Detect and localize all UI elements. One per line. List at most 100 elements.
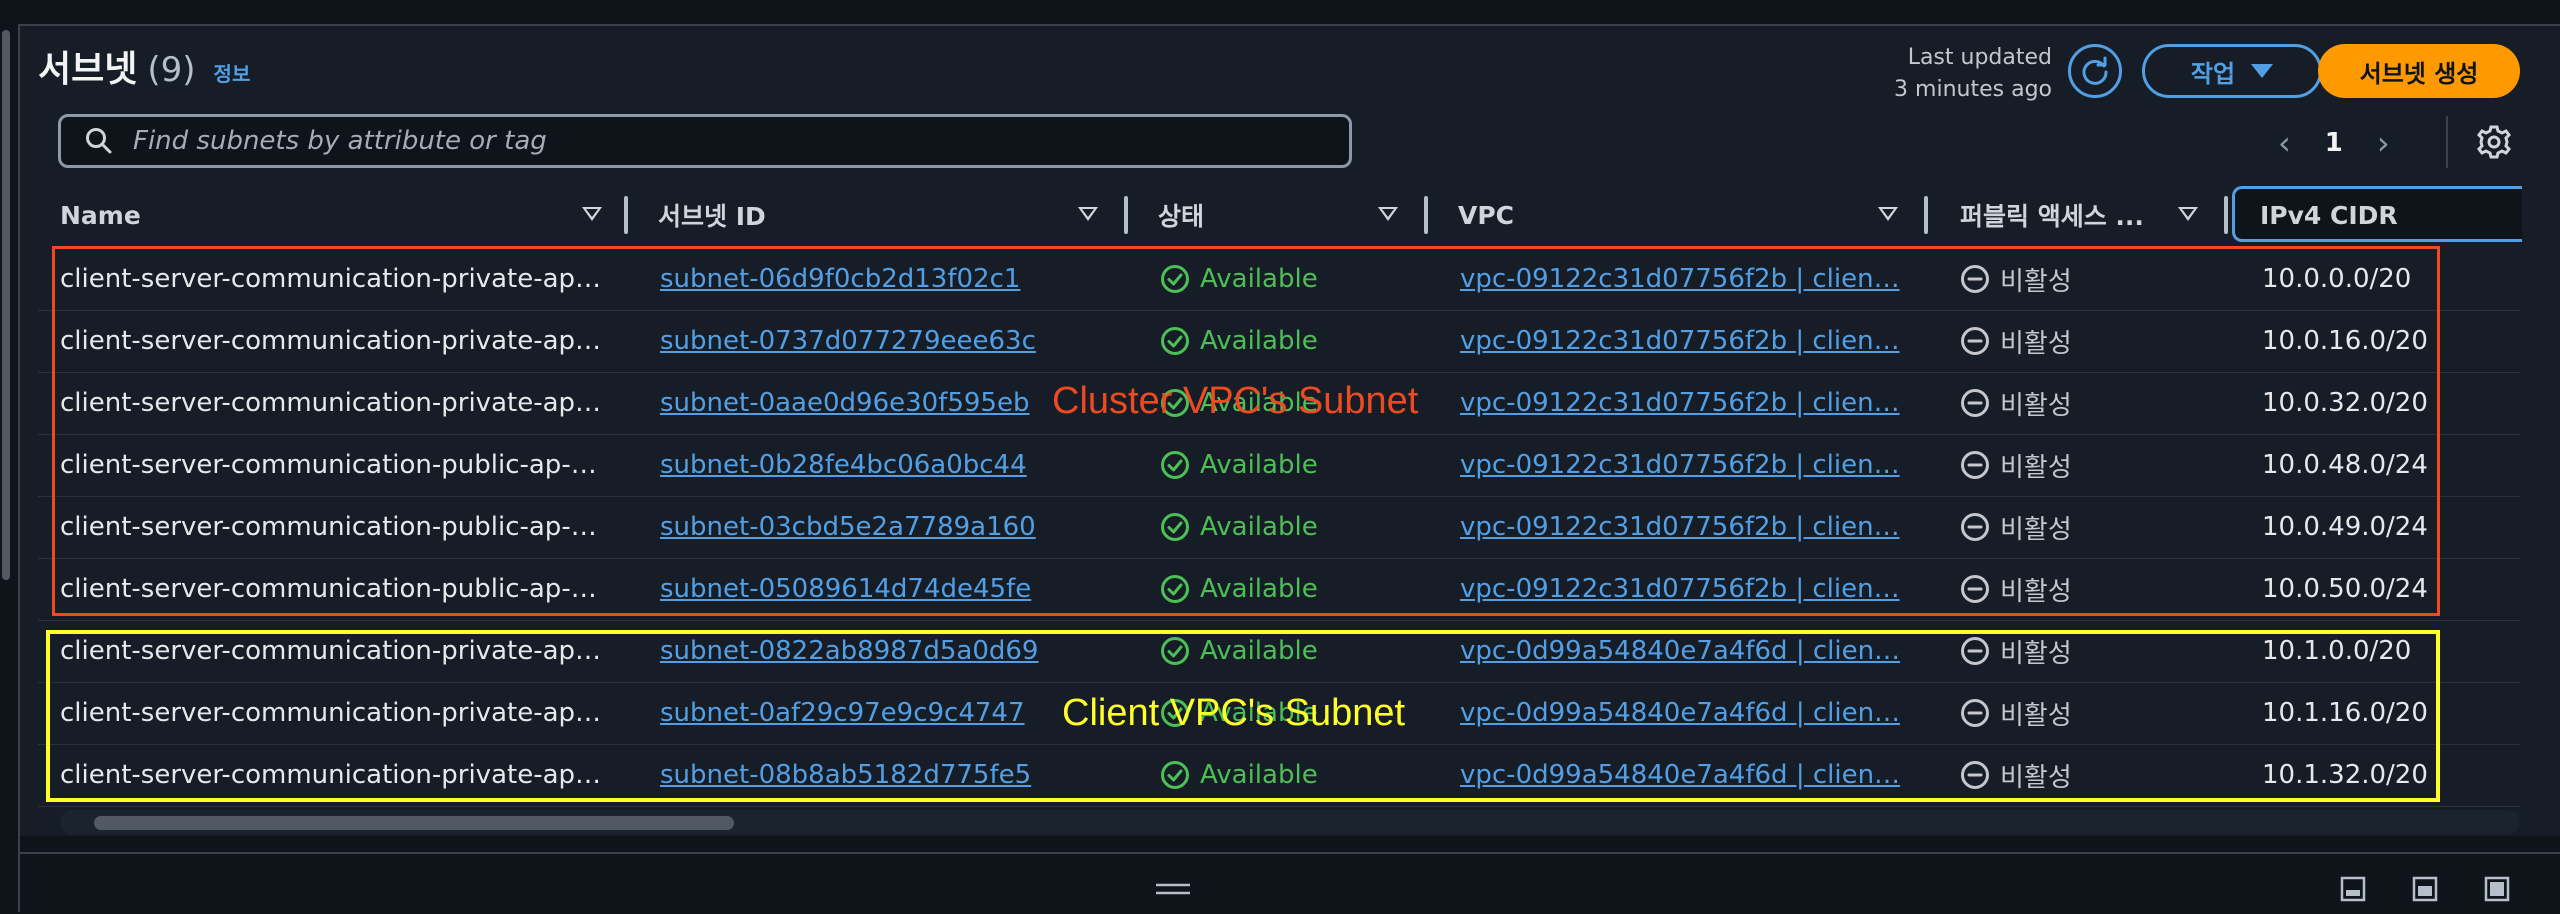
minus-circle-icon bbox=[1961, 513, 1989, 541]
ipv4-cidr-value: 10.0.0.0/20 bbox=[2262, 264, 2412, 294]
cluster-vpc-annotation: Cluster VPC's Subnet bbox=[1052, 380, 1419, 422]
subnet-name: client-server-communication-private-ap… bbox=[60, 760, 602, 790]
layout-full-panel-icon[interactable] bbox=[2484, 876, 2510, 902]
current-page[interactable]: 1 bbox=[2325, 128, 2343, 158]
table-row[interactable]: client-server-communication-private-ap… s… bbox=[38, 248, 2520, 311]
sort-icon[interactable] bbox=[2178, 207, 2198, 221]
last-updated-label: Last updated bbox=[1907, 45, 2052, 70]
sort-icon[interactable] bbox=[1378, 207, 1398, 221]
ipv4-cidr-value: 10.0.32.0/20 bbox=[2262, 388, 2428, 418]
layout-split-panel-icon[interactable] bbox=[2412, 876, 2438, 902]
sort-icon[interactable] bbox=[1878, 207, 1898, 221]
subnet-id-link[interactable]: subnet-0737d077279eee63c bbox=[660, 310, 1036, 372]
subnet-count: (9) bbox=[147, 50, 196, 90]
subnet-id-link[interactable]: subnet-0af29c97e9c9c4747 bbox=[660, 682, 1025, 744]
subnet-name: client-server-communication-public-ap-… bbox=[60, 574, 597, 604]
public-access-value: 비활성 bbox=[1960, 310, 2072, 372]
column-header-vpc[interactable]: VPC bbox=[1458, 190, 1514, 240]
column-header-public-access[interactable]: 퍼블릭 액세스 ... bbox=[1960, 190, 2144, 240]
subnet-id-link[interactable]: subnet-08b8ab5182d775fe5 bbox=[660, 744, 1031, 806]
table-row[interactable]: client-server-communication-private-ap… s… bbox=[38, 744, 2520, 807]
ipv4-cidr-value: 10.1.32.0/20 bbox=[2262, 760, 2428, 790]
create-subnet-button[interactable]: 서브넷 생성 bbox=[2318, 44, 2520, 98]
subnet-id-link[interactable]: subnet-0aae0d96e30f595eb bbox=[660, 372, 1029, 434]
sort-icon[interactable] bbox=[582, 207, 602, 221]
public-access-value: 비활성 bbox=[1960, 744, 2072, 806]
vertical-scrollbar[interactable] bbox=[2, 30, 10, 580]
column-resizer[interactable] bbox=[1424, 196, 1428, 234]
column-resizer[interactable] bbox=[2224, 196, 2228, 234]
minus-circle-icon bbox=[1961, 575, 1989, 603]
vpc-link[interactable]: vpc-0d99a54840e7a4f6d | clien… bbox=[1460, 682, 1900, 744]
public-access-value: 비활성 bbox=[1960, 558, 2072, 620]
vpc-link[interactable]: vpc-0d99a54840e7a4f6d | clien… bbox=[1460, 744, 1900, 806]
check-circle-icon bbox=[1161, 575, 1189, 603]
actions-dropdown[interactable]: 작업 bbox=[2142, 44, 2322, 98]
table-row[interactable]: client-server-communication-private-ap… s… bbox=[38, 620, 2520, 683]
state-badge: Available bbox=[1160, 558, 1318, 620]
column-resizer[interactable] bbox=[1124, 196, 1128, 234]
pagination: ‹ 1 › bbox=[2278, 118, 2390, 168]
gear-icon[interactable] bbox=[2474, 122, 2514, 162]
horizontal-scrollbar-thumb[interactable] bbox=[94, 816, 734, 830]
vpc-link[interactable]: vpc-09122c31d07756f2b | clien… bbox=[1460, 558, 1900, 620]
ipv4-cidr-value: 10.1.0.0/20 bbox=[2262, 636, 2412, 666]
column-header-state[interactable]: 상태 bbox=[1158, 190, 1204, 240]
last-updated: Last updated 3 minutes ago bbox=[1894, 42, 2052, 106]
minus-circle-icon bbox=[1961, 389, 1989, 417]
drag-handle-icon[interactable] bbox=[1156, 882, 1190, 896]
search-icon bbox=[86, 128, 112, 154]
vpc-link[interactable]: vpc-09122c31d07756f2b | clien… bbox=[1460, 372, 1900, 434]
check-circle-icon bbox=[1161, 451, 1189, 479]
public-access-value: 비활성 bbox=[1960, 620, 2072, 682]
vpc-link[interactable]: vpc-0d99a54840e7a4f6d | clien… bbox=[1460, 620, 1900, 682]
subnet-id-link[interactable]: subnet-05089614d74de45fe bbox=[660, 558, 1031, 620]
table-row[interactable]: client-server-communication-public-ap-… s… bbox=[38, 434, 2520, 497]
subnet-name: client-server-communication-private-ap… bbox=[60, 388, 602, 418]
page-title: 서브넷 bbox=[38, 49, 138, 90]
subnet-id-link[interactable]: subnet-0b28fe4bc06a0bc44 bbox=[660, 434, 1027, 496]
check-circle-icon bbox=[1161, 265, 1189, 293]
vpc-link[interactable]: vpc-09122c31d07756f2b | clien… bbox=[1460, 248, 1900, 310]
info-link[interactable]: 정보 bbox=[214, 58, 251, 87]
check-circle-icon bbox=[1161, 513, 1189, 541]
column-resizer[interactable] bbox=[1924, 196, 1928, 234]
table-row[interactable]: client-server-communication-public-ap-… s… bbox=[38, 496, 2520, 559]
public-access-value: 비활성 bbox=[1960, 434, 2072, 496]
table-row[interactable]: client-server-communication-public-ap-… s… bbox=[38, 558, 2520, 621]
public-access-value: 비활성 bbox=[1960, 372, 2072, 434]
subnet-id-link[interactable]: subnet-0822ab8987d5a0d69 bbox=[660, 620, 1038, 682]
check-circle-icon bbox=[1161, 327, 1189, 355]
state-badge: Available bbox=[1160, 496, 1318, 558]
table-row[interactable]: client-server-communication-private-ap… s… bbox=[38, 310, 2520, 373]
minus-circle-icon bbox=[1961, 637, 1989, 665]
subnet-name: client-server-communication-private-ap… bbox=[60, 326, 602, 356]
column-header-name[interactable]: Name bbox=[60, 190, 141, 240]
ipv4-cidr-value: 10.0.16.0/20 bbox=[2262, 326, 2428, 356]
next-page-icon[interactable]: › bbox=[2377, 124, 2390, 162]
check-circle-icon bbox=[1161, 637, 1189, 665]
refresh-button[interactable] bbox=[2068, 44, 2122, 98]
actions-label: 작업 bbox=[2190, 59, 2236, 88]
subnet-id-link[interactable]: subnet-03cbd5e2a7789a160 bbox=[660, 496, 1036, 558]
public-access-value: 비활성 bbox=[1960, 496, 2072, 558]
search-input[interactable] bbox=[131, 125, 1285, 157]
column-header-ipv4-cidr[interactable]: IPv4 CIDR bbox=[2260, 190, 2398, 240]
public-access-value: 비활성 bbox=[1960, 682, 2072, 744]
sort-icon[interactable] bbox=[1078, 207, 1098, 221]
subnet-id-link[interactable]: subnet-06d9f0cb2d13f02c1 bbox=[660, 248, 1020, 310]
client-vpc-annotation: Client VPC's Subnet bbox=[1062, 692, 1406, 734]
subnet-name: client-server-communication-public-ap-… bbox=[60, 512, 597, 542]
minus-circle-icon bbox=[1961, 699, 1989, 727]
page-header: 서브넷 (9) 정보 bbox=[38, 40, 250, 100]
search-bar[interactable] bbox=[58, 114, 1352, 168]
state-badge: Available bbox=[1160, 744, 1318, 806]
previous-page-icon[interactable]: ‹ bbox=[2278, 124, 2291, 162]
bottom-bar bbox=[20, 852, 2560, 914]
column-resizer[interactable] bbox=[624, 196, 628, 234]
vpc-link[interactable]: vpc-09122c31d07756f2b | clien… bbox=[1460, 310, 1900, 372]
column-header-subnet-id[interactable]: 서브넷 ID bbox=[658, 190, 766, 240]
vpc-link[interactable]: vpc-09122c31d07756f2b | clien… bbox=[1460, 434, 1900, 496]
layout-bottom-panel-icon[interactable] bbox=[2340, 876, 2366, 902]
vpc-link[interactable]: vpc-09122c31d07756f2b | clien… bbox=[1460, 496, 1900, 558]
